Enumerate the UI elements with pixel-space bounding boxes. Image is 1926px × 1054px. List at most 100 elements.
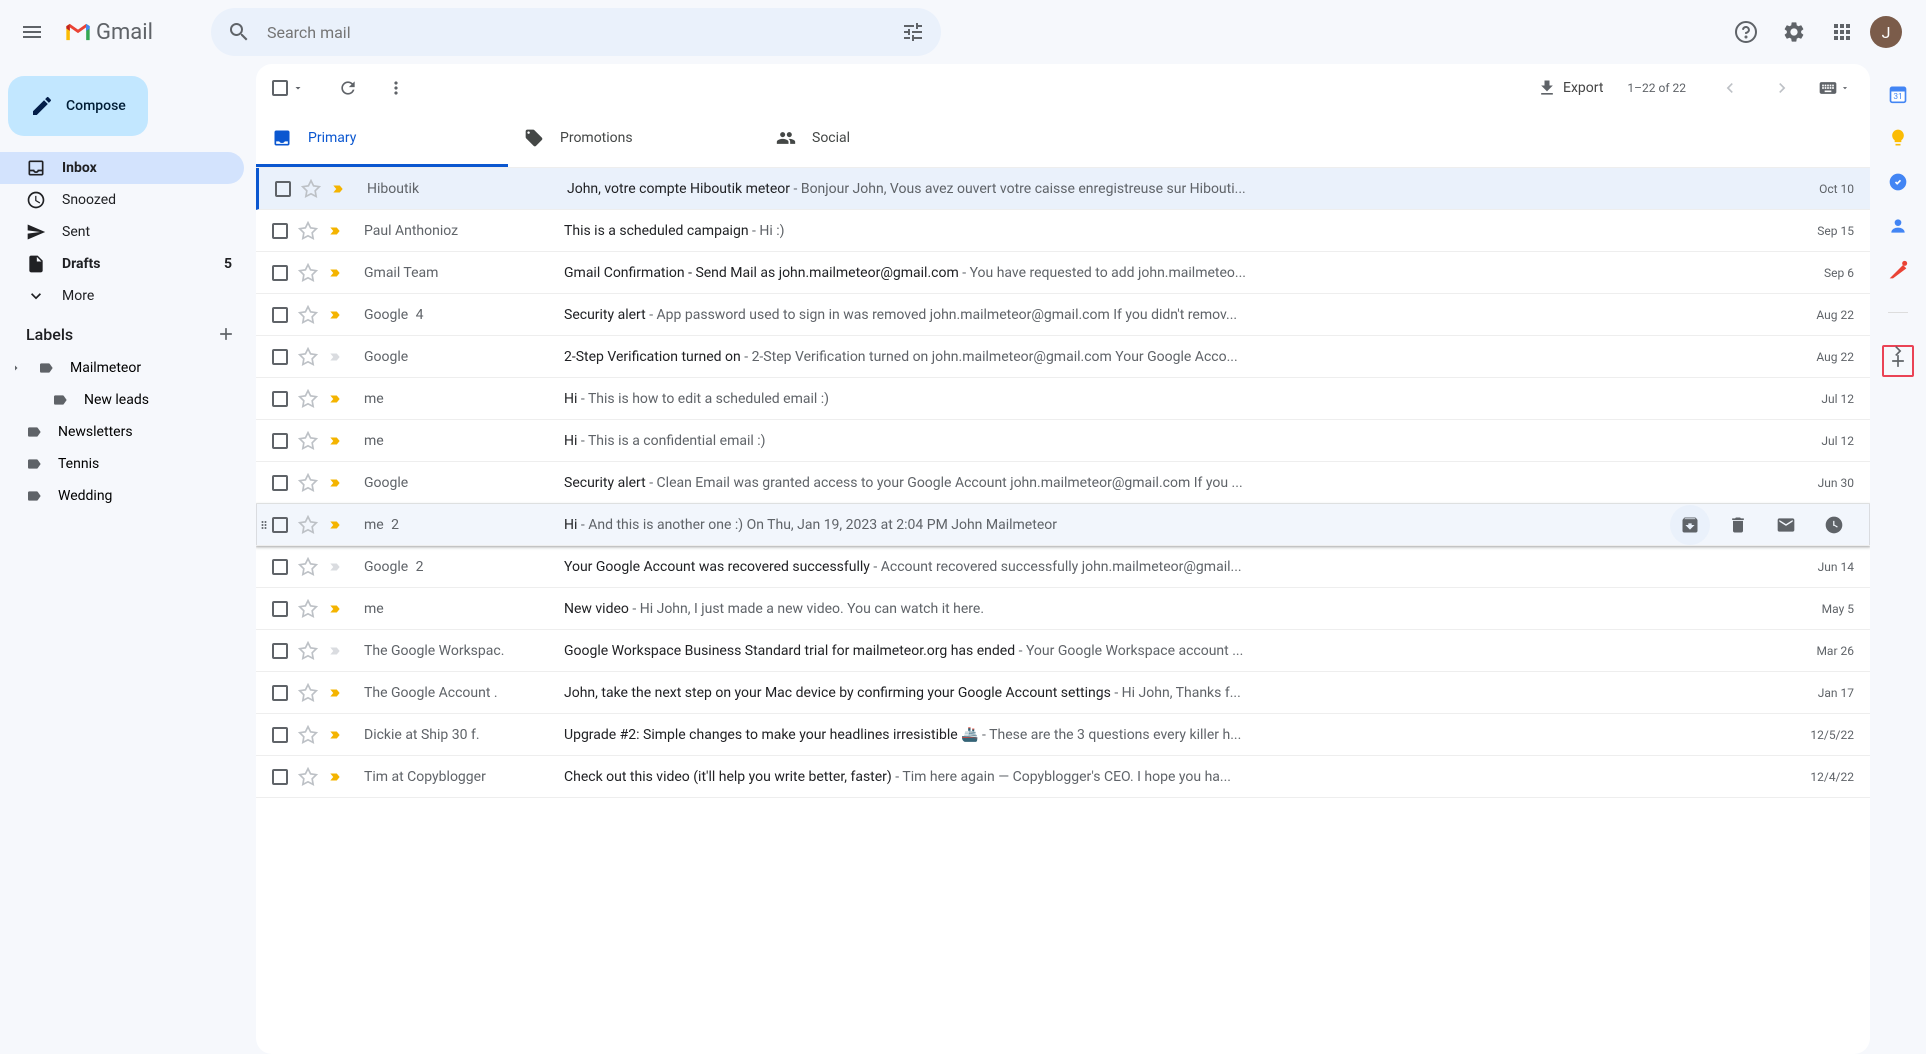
star-icon[interactable]: [298, 557, 318, 577]
label-wedding[interactable]: Wedding: [0, 480, 256, 512]
email-row[interactable]: Hiboutik John, votre compte Hiboutik met…: [256, 168, 1870, 210]
importance-icon[interactable]: [328, 728, 342, 742]
email-row[interactable]: me 2 Hi - And this is another one :) On …: [256, 504, 1870, 546]
row-checkbox[interactable]: [272, 727, 288, 743]
importance-icon[interactable]: [328, 308, 342, 322]
importance-icon[interactable]: [328, 434, 342, 448]
compose-button[interactable]: Compose: [8, 76, 148, 136]
email-row[interactable]: Google 4 Security alert - App password u…: [256, 294, 1870, 336]
next-page-button[interactable]: [1762, 68, 1802, 108]
label-mailmeteor[interactable]: Mailmeteor: [0, 352, 256, 384]
importance-icon[interactable]: [328, 392, 342, 406]
select-all-control[interactable]: [272, 80, 304, 96]
avatar[interactable]: J: [1870, 16, 1902, 48]
nav-inbox[interactable]: Inbox: [0, 152, 244, 184]
select-all-checkbox[interactable]: [272, 80, 288, 96]
side-panel-toggle[interactable]: [1888, 341, 1908, 361]
drag-icon[interactable]: [258, 515, 270, 535]
star-icon[interactable]: [298, 347, 318, 367]
star-icon[interactable]: [298, 305, 318, 325]
row-checkbox[interactable]: [272, 223, 288, 239]
star-icon[interactable]: [298, 515, 318, 535]
chevron-down-icon[interactable]: [292, 82, 304, 94]
importance-icon[interactable]: [328, 770, 342, 784]
label-tennis[interactable]: Tennis: [0, 448, 256, 480]
label-newsletters[interactable]: Newsletters: [0, 416, 256, 448]
row-checkbox[interactable]: [272, 433, 288, 449]
importance-icon[interactable]: [328, 644, 342, 658]
star-icon[interactable]: [301, 179, 321, 199]
more-button[interactable]: [376, 68, 416, 108]
search-options-button[interactable]: [893, 12, 933, 52]
email-row[interactable]: Google 2-Step Verification turned on - 2…: [256, 336, 1870, 378]
nav-sent[interactable]: Sent: [0, 216, 244, 248]
nav-more[interactable]: More: [0, 280, 244, 312]
search-bar[interactable]: [211, 8, 941, 56]
email-row[interactable]: Paul Anthonioz This is a scheduled campa…: [256, 210, 1870, 252]
email-row[interactable]: Gmail Team Gmail Confirmation - Send Mai…: [256, 252, 1870, 294]
row-checkbox[interactable]: [272, 601, 288, 617]
input-tools-button[interactable]: [1814, 68, 1854, 108]
importance-icon[interactable]: [328, 350, 342, 364]
tasks-icon[interactable]: [1888, 172, 1908, 192]
tab-promotions[interactable]: Promotions: [508, 112, 760, 167]
row-checkbox[interactable]: [272, 559, 288, 575]
row-checkbox[interactable]: [275, 181, 291, 197]
email-row[interactable]: The Google Workspac. Google Workspace Bu…: [256, 630, 1870, 672]
row-checkbox[interactable]: [272, 265, 288, 281]
delete-button[interactable]: [1718, 505, 1758, 545]
email-row[interactable]: Tim at Copyblogger Check out this video …: [256, 756, 1870, 798]
star-icon[interactable]: [298, 767, 318, 787]
email-row[interactable]: Google Security alert - Clean Email was …: [256, 462, 1870, 504]
nav-snoozed[interactable]: Snoozed: [0, 184, 244, 216]
importance-icon[interactable]: [328, 560, 342, 574]
star-icon[interactable]: [298, 683, 318, 703]
email-row[interactable]: Dickie at Ship 30 f. Upgrade #2: Simple …: [256, 714, 1870, 756]
importance-icon[interactable]: [328, 686, 342, 700]
importance-icon[interactable]: [328, 224, 342, 238]
row-checkbox[interactable]: [272, 769, 288, 785]
star-icon[interactable]: [298, 263, 318, 283]
search-icon-button[interactable]: [219, 12, 259, 52]
row-checkbox[interactable]: [272, 349, 288, 365]
star-icon[interactable]: [298, 641, 318, 661]
importance-icon[interactable]: [328, 266, 342, 280]
refresh-button[interactable]: [328, 68, 368, 108]
row-checkbox[interactable]: [272, 643, 288, 659]
row-checkbox[interactable]: [272, 307, 288, 323]
main-menu-button[interactable]: [8, 8, 56, 56]
importance-icon[interactable]: [331, 182, 345, 196]
star-icon[interactable]: [298, 725, 318, 745]
support-button[interactable]: [1726, 12, 1766, 52]
meteor-icon[interactable]: [1888, 260, 1908, 280]
archive-button[interactable]: [1670, 505, 1710, 545]
importance-icon[interactable]: [328, 476, 342, 490]
logo-area[interactable]: Gmail: [64, 18, 183, 46]
star-icon[interactable]: [298, 221, 318, 241]
email-row[interactable]: Google 2 Your Google Account was recover…: [256, 546, 1870, 588]
email-row[interactable]: me Hi - This is how to edit a scheduled …: [256, 378, 1870, 420]
row-checkbox[interactable]: [272, 685, 288, 701]
star-icon[interactable]: [298, 473, 318, 493]
mark-unread-button[interactable]: [1766, 505, 1806, 545]
email-row[interactable]: me New video - Hi John, I just made a ne…: [256, 588, 1870, 630]
label-new-leads[interactable]: New leads: [0, 384, 256, 416]
nav-drafts[interactable]: Drafts5: [0, 248, 244, 280]
add-label-icon[interactable]: [216, 324, 236, 344]
row-checkbox[interactable]: [272, 475, 288, 491]
contacts-icon[interactable]: [1888, 216, 1908, 236]
export-button[interactable]: Export: [1537, 78, 1603, 98]
tab-social[interactable]: Social: [760, 112, 1012, 167]
apps-button[interactable]: [1822, 12, 1862, 52]
importance-icon[interactable]: [328, 518, 342, 532]
row-checkbox[interactable]: [272, 391, 288, 407]
importance-icon[interactable]: [328, 602, 342, 616]
email-row[interactable]: The Google Account . John, take the next…: [256, 672, 1870, 714]
email-row[interactable]: me Hi - This is a confidential email :) …: [256, 420, 1870, 462]
row-checkbox[interactable]: [272, 517, 288, 533]
search-input[interactable]: [259, 23, 893, 42]
prev-page-button[interactable]: [1710, 68, 1750, 108]
star-icon[interactable]: [298, 389, 318, 409]
keep-icon[interactable]: [1888, 128, 1908, 148]
calendar-icon[interactable]: 31: [1888, 84, 1908, 104]
